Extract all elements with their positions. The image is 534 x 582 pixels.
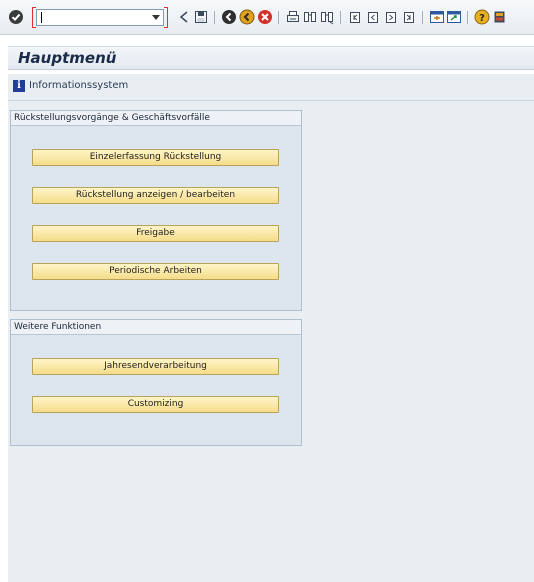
svg-text:?: ? (479, 13, 485, 24)
find-next-icon[interactable] (319, 9, 335, 25)
group-box-header: Weitere Funktionen (11, 320, 301, 335)
toolbar-separator (214, 11, 215, 24)
next-page-icon[interactable] (383, 9, 399, 25)
application-toolbar: i Informationssystem (8, 74, 534, 101)
single-entry-provision-button[interactable]: Einzelerfassung Rückstellung (32, 149, 279, 166)
title-bar: Hauptmenü (8, 46, 534, 70)
first-page-icon[interactable] (347, 9, 363, 25)
info-icon[interactable]: i (13, 80, 25, 92)
enter-icon[interactable] (8, 9, 24, 25)
command-field[interactable] (32, 7, 168, 28)
toolbar-separator (278, 11, 279, 24)
previous-page-icon[interactable] (365, 9, 381, 25)
periodic-processing-button[interactable]: Periodische Arbeiten (32, 263, 279, 280)
group-box-header: Rückstellungsvorgänge & Geschäftsvorfäll… (11, 111, 301, 126)
customizing-button[interactable]: Customizing (32, 396, 279, 413)
print-icon[interactable] (285, 9, 301, 25)
chevron-down-icon[interactable] (152, 15, 160, 20)
exit-icon[interactable] (239, 9, 255, 25)
command-field-right-bracket (164, 7, 168, 28)
year-end-processing-button[interactable]: Jahresendverarbeitung (32, 358, 279, 375)
command-field-left-bracket (32, 7, 36, 28)
main-area: Rückstellungsvorgänge & Geschäftsvorfäll… (8, 101, 534, 582)
group-box-further-functions: Weitere Funktionen Jahresendverarbeitung… (10, 319, 302, 446)
toolbar-separator (340, 11, 341, 24)
page-title: Hauptmenü (18, 49, 117, 67)
back-arrow-icon[interactable] (176, 9, 192, 25)
back-icon[interactable] (221, 9, 237, 25)
cancel-icon[interactable] (257, 9, 273, 25)
toolbar-separator (422, 11, 423, 24)
information-system-link[interactable]: Informationssystem (29, 80, 128, 91)
save-icon[interactable] (193, 9, 209, 25)
group-box-provisions: Rückstellungsvorgänge & Geschäftsvorfäll… (10, 110, 302, 311)
last-page-icon[interactable] (401, 9, 417, 25)
find-icon[interactable] (302, 9, 318, 25)
toolbar-separator (467, 11, 468, 24)
text-cursor (41, 12, 42, 23)
shortcut-icon[interactable] (446, 9, 462, 25)
release-button[interactable]: Freigabe (32, 225, 279, 242)
layout-menu-icon[interactable] (492, 9, 508, 25)
system-toolbar: ? (0, 0, 534, 35)
create-session-icon[interactable] (429, 9, 445, 25)
display-edit-provision-button[interactable]: Rückstellung anzeigen / bearbeiten (32, 187, 279, 204)
help-icon[interactable]: ? (474, 9, 490, 25)
